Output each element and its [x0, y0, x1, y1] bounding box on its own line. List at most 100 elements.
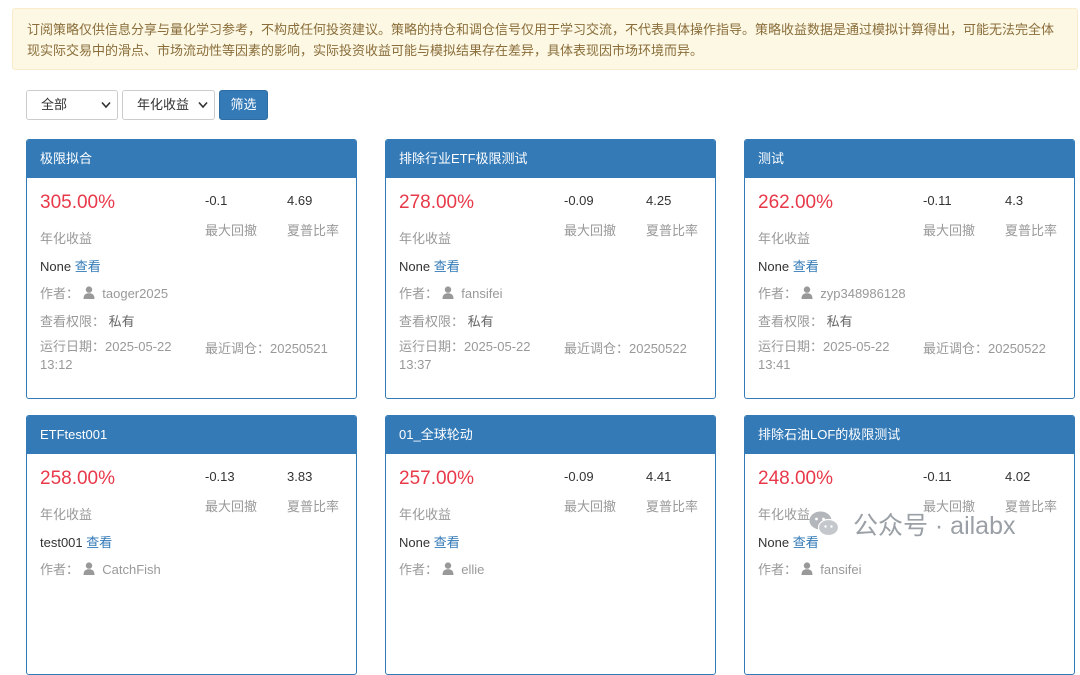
sharpe-label: 夏普比率	[287, 223, 340, 238]
annual-return-label: 年化收益	[40, 231, 93, 246]
user-icon	[801, 286, 813, 299]
disclaimer-notice: 订阅策略仅供信息分享与量化学习参考，不构成任何投资建议。策略的持仓和调仓信号仅用…	[12, 8, 1078, 70]
annual-return-value: 248.00%	[758, 468, 834, 489]
strategy-card-body: 257.00% -0.09 4.41 年化收益 最大回撤 夏普比率 None 查…	[386, 454, 715, 674]
max-drawdown-value: -0.13	[205, 469, 235, 484]
sharpe-label: 夏普比率	[646, 223, 699, 238]
view-link[interactable]: 查看	[793, 259, 819, 274]
author-name[interactable]: CatchFish	[102, 562, 161, 577]
wechat-icon	[809, 511, 840, 537]
max-drawdown-label: 最大回撤	[205, 223, 258, 238]
strategy-description: None 查看	[399, 256, 460, 275]
strategy-title[interactable]: ETFtest001	[27, 416, 356, 454]
recent-rebalance-value: 20250522	[629, 341, 687, 356]
author-line: 作者： taoger2025	[40, 283, 168, 302]
strategy-description: None 查看	[758, 256, 819, 275]
description-text: None	[758, 535, 790, 550]
description-text: None	[40, 259, 72, 274]
strategy-card-1: 极限拟合 305.00% -0.1 4.69 年化收益 最大回撤 夏普比率 No…	[26, 139, 357, 399]
strategy-title[interactable]: 排除行业ETF极限测试	[386, 140, 715, 178]
max-drawdown-label: 最大回撤	[205, 499, 258, 514]
annual-return-value: 305.00%	[40, 192, 116, 213]
user-icon	[801, 562, 813, 575]
strategy-title[interactable]: 排除石油LOF的极限测试	[745, 416, 1074, 454]
author-name[interactable]: fansifei	[461, 286, 502, 301]
chevron-down-icon	[101, 101, 111, 109]
annual-return-label: 年化收益	[758, 507, 811, 522]
author-label: 作者：	[758, 286, 798, 301]
permission-label: 查看权限：	[758, 314, 824, 329]
recent-rebalance-label: 最近调仓：	[205, 341, 271, 356]
permission-line: 查看权限： 私有	[399, 311, 494, 330]
author-line: 作者： fansifei	[758, 559, 861, 578]
sharpe-value: 3.83	[287, 469, 313, 484]
filter-button[interactable]: 筛选	[219, 90, 268, 120]
author-label: 作者：	[399, 286, 439, 301]
sort-select-value: 年化收益	[137, 97, 190, 112]
view-link[interactable]: 查看	[75, 259, 101, 274]
author-name[interactable]: ellie	[461, 562, 484, 577]
max-drawdown-label: 最大回撤	[564, 499, 617, 514]
sharpe-value: 4.41	[646, 469, 672, 484]
strategy-card-5: 01_全球轮动 257.00% -0.09 4.41 年化收益 最大回撤 夏普比…	[385, 415, 716, 675]
author-name[interactable]: taoger2025	[102, 286, 168, 301]
description-text: None	[399, 535, 431, 550]
sharpe-value: 4.02	[1005, 469, 1031, 484]
annual-return-label: 年化收益	[399, 231, 452, 246]
sharpe-value: 4.3	[1005, 193, 1024, 208]
max-drawdown-value: -0.11	[923, 193, 952, 208]
max-drawdown-value: -0.09	[564, 469, 594, 484]
author-label: 作者：	[399, 562, 439, 577]
author-name[interactable]: fansifei	[820, 562, 861, 577]
user-icon	[442, 286, 454, 299]
annual-return-label: 年化收益	[399, 507, 452, 522]
annual-return-value: 257.00%	[399, 468, 475, 489]
annual-return-value: 258.00%	[40, 468, 116, 489]
strategy-card-body: 305.00% -0.1 4.69 年化收益 最大回撤 夏普比率 None 查看…	[27, 178, 356, 398]
strategy-card-3: 测试 262.00% -0.11 4.3 年化收益 最大回撤 夏普比率 None…	[744, 139, 1075, 399]
strategy-description: None 查看	[399, 532, 460, 551]
user-icon	[83, 286, 95, 299]
author-label: 作者：	[40, 562, 80, 577]
recent-rebalance-label: 最近调仓：	[923, 341, 989, 356]
strategy-card-body: 258.00% -0.13 3.83 年化收益 最大回撤 夏普比率 test00…	[27, 454, 356, 674]
permission-value: 私有	[826, 314, 853, 329]
author-label: 作者：	[758, 562, 798, 577]
sort-select[interactable]: 年化收益	[122, 90, 215, 120]
watermark-text: 公众号 · ailabx	[852, 512, 1016, 540]
author-label: 作者：	[40, 286, 80, 301]
sharpe-value: 4.69	[287, 193, 313, 208]
strategy-card-body: 262.00% -0.11 4.3 年化收益 最大回撤 夏普比率 None 查看…	[745, 178, 1074, 398]
description-text: None	[399, 259, 431, 274]
strategy-description: None 查看	[40, 256, 101, 275]
strategy-title[interactable]: 极限拟合	[27, 140, 356, 178]
user-icon	[83, 562, 95, 575]
author-line: 作者： zyp348986128	[758, 283, 906, 302]
sharpe-label: 夏普比率	[287, 499, 340, 514]
author-line: 作者： CatchFish	[40, 559, 161, 578]
sharpe-value: 4.25	[646, 193, 672, 208]
annual-return-label: 年化收益	[40, 507, 93, 522]
recent-rebalance-line: 最近调仓：20250522	[564, 338, 687, 357]
run-date-label: 运行日期：	[40, 339, 106, 354]
chevron-down-icon	[198, 101, 208, 109]
max-drawdown-value: -0.1	[205, 193, 228, 208]
strategy-title[interactable]: 测试	[745, 140, 1074, 178]
run-date-line: 运行日期：2025-05-22 13:12	[40, 338, 190, 374]
view-link[interactable]: 查看	[434, 259, 460, 274]
permission-label: 查看权限：	[40, 314, 106, 329]
strategy-card-2: 排除行业ETF极限测试 278.00% -0.09 4.25 年化收益 最大回撤…	[385, 139, 716, 399]
author-line: 作者： ellie	[399, 559, 484, 578]
recent-rebalance-line: 最近调仓：20250521	[205, 338, 328, 357]
view-link[interactable]: 查看	[434, 535, 460, 550]
author-name[interactable]: zyp348986128	[820, 286, 905, 301]
category-select-value: 全部	[41, 97, 68, 112]
annual-return-value: 278.00%	[399, 192, 475, 213]
strategy-card-4: ETFtest001 258.00% -0.13 3.83 年化收益 最大回撤 …	[26, 415, 357, 675]
strategy-description: test001 查看	[40, 532, 112, 551]
view-link[interactable]: 查看	[86, 535, 112, 550]
annual-return-label: 年化收益	[758, 231, 811, 246]
category-select[interactable]: 全部	[26, 90, 118, 120]
strategy-title[interactable]: 01_全球轮动	[386, 416, 715, 454]
recent-rebalance-value: 20250521	[270, 341, 328, 356]
